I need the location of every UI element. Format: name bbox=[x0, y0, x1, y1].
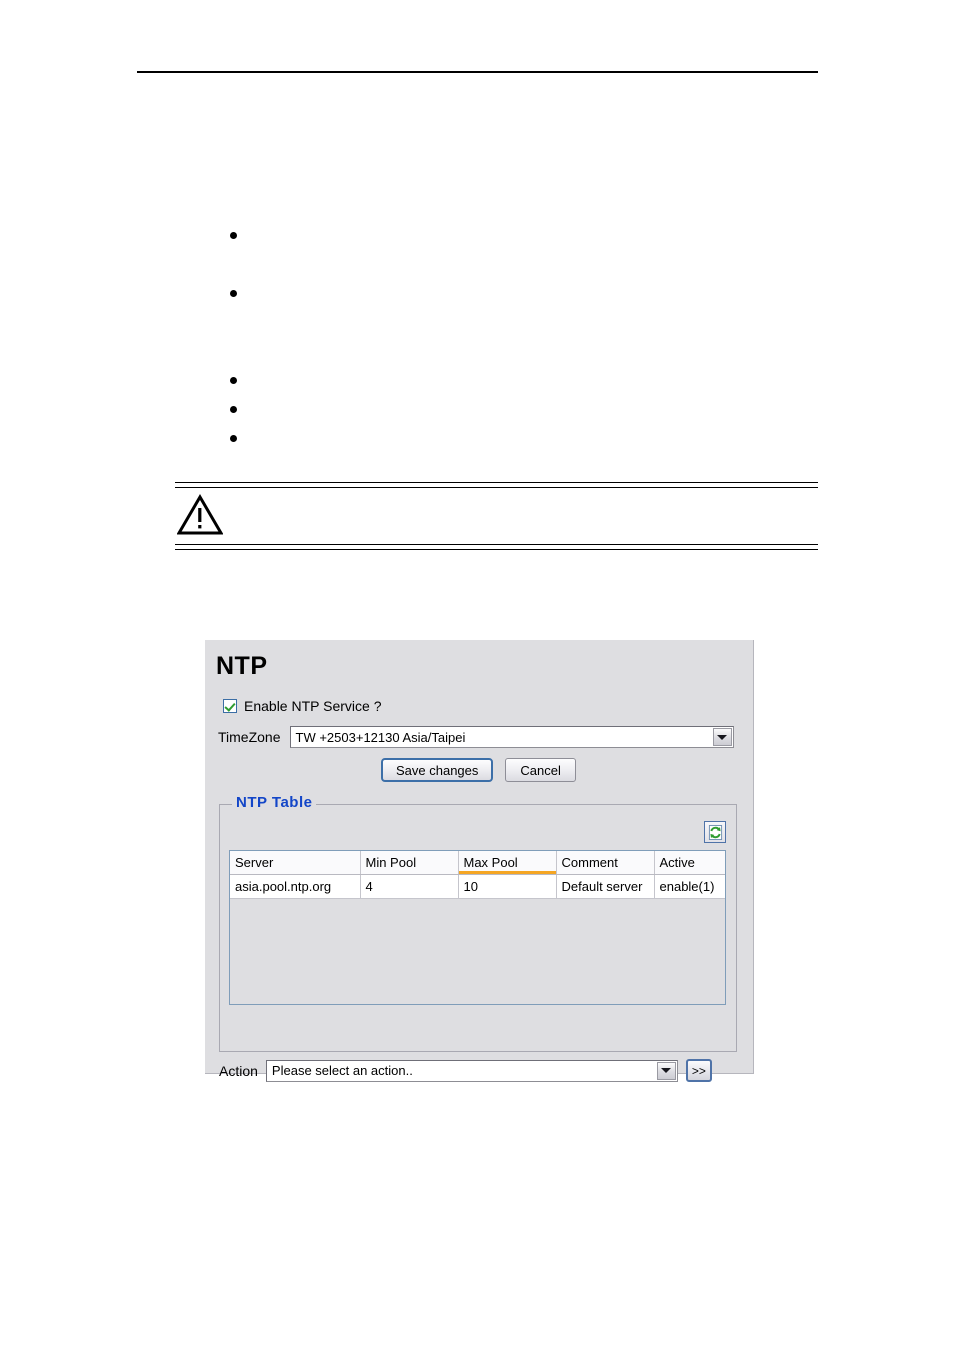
list-bullet bbox=[230, 232, 237, 239]
table-row[interactable]: asia.pool.ntp.org 4 10 Default server en… bbox=[230, 874, 725, 899]
action-go-button[interactable]: >> bbox=[685, 1059, 712, 1082]
note-top-rule bbox=[175, 482, 818, 488]
list-bullet bbox=[230, 290, 237, 297]
ntp-panel: NTP Enable NTP Service ? TimeZone TW +25… bbox=[205, 640, 754, 1082]
enable-ntp-service-label: Enable NTP Service ? bbox=[244, 698, 382, 714]
list-bullet bbox=[230, 435, 237, 442]
table-empty-area bbox=[230, 899, 725, 1004]
page-title: NTP bbox=[216, 652, 268, 680]
ntp-table-legend: NTP Table bbox=[232, 794, 317, 811]
refresh-icon bbox=[708, 824, 722, 840]
timezone-dropdown-button[interactable] bbox=[712, 728, 732, 746]
warning-triangle-icon bbox=[176, 494, 224, 536]
action-dropdown-button[interactable] bbox=[656, 1061, 676, 1080]
cell-server: asia.pool.ntp.org bbox=[230, 874, 361, 899]
warning-note-block bbox=[175, 482, 818, 550]
action-select[interactable]: Please select an action.. bbox=[265, 1059, 678, 1082]
cell-comment: Default server bbox=[556, 874, 655, 899]
table-header-row: Server Min Pool Max Pool Comment Active bbox=[230, 851, 725, 875]
chevron-down-icon bbox=[717, 734, 728, 740]
timezone-selected-value: TW +2503+12130 Asia/Taipei bbox=[295, 729, 466, 745]
column-header-max-pool[interactable]: Max Pool bbox=[458, 851, 557, 875]
form-buttons: Save changes Cancel bbox=[381, 758, 576, 782]
ntp-server-table[interactable]: Server Min Pool Max Pool Comment Active … bbox=[229, 850, 726, 1005]
column-header-comment[interactable]: Comment bbox=[556, 851, 655, 875]
enable-ntp-service-checkbox[interactable] bbox=[223, 699, 237, 713]
action-selected-value: Please select an action.. bbox=[271, 1063, 413, 1078]
cell-active: enable(1) bbox=[654, 874, 725, 899]
cell-min-pool: 4 bbox=[360, 874, 459, 899]
cell-max-pool: 10 bbox=[458, 874, 557, 899]
timezone-select[interactable]: TW +2503+12130 Asia/Taipei bbox=[289, 726, 734, 748]
cancel-button[interactable]: Cancel bbox=[505, 758, 576, 782]
column-header-active[interactable]: Active bbox=[654, 851, 725, 875]
ntp-table-fieldset: NTP Table Server Min Pool Max Pool Comme… bbox=[219, 794, 737, 1052]
column-header-min-pool[interactable]: Min Pool bbox=[360, 851, 459, 875]
chevron-down-icon bbox=[661, 1068, 672, 1073]
list-bullet bbox=[230, 377, 237, 384]
action-label: Action bbox=[219, 1062, 258, 1079]
page-header-rule bbox=[137, 71, 818, 73]
list-bullet bbox=[230, 406, 237, 413]
timezone-row: TimeZone TW +2503+12130 Asia/Taipei bbox=[218, 726, 734, 748]
refresh-button[interactable] bbox=[704, 821, 726, 843]
timezone-label: TimeZone bbox=[218, 729, 281, 745]
note-bottom-rule bbox=[175, 544, 818, 550]
action-row: Action Please select an action.. >> bbox=[219, 1059, 712, 1082]
column-header-server[interactable]: Server bbox=[230, 851, 361, 875]
save-changes-button[interactable]: Save changes bbox=[381, 758, 494, 782]
enable-ntp-service-row[interactable]: Enable NTP Service ? bbox=[223, 698, 381, 714]
